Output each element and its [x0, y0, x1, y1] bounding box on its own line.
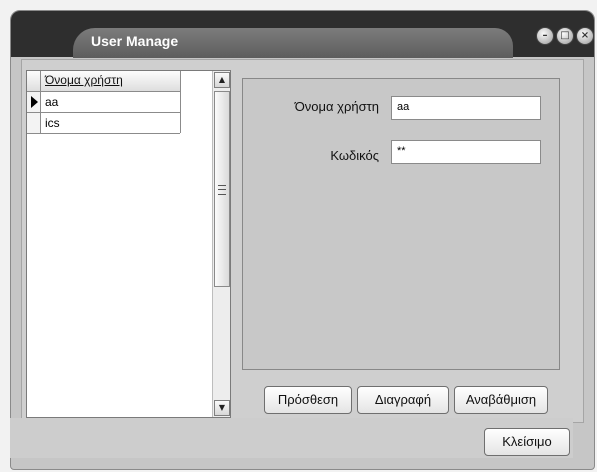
scroll-down-icon[interactable]: ▼ [214, 400, 230, 416]
vertical-scrollbar[interactable]: ▲ ▼ [212, 71, 230, 417]
users-grid[interactable]: Όνομα χρήστη aa ics ▲ ▼ [26, 70, 231, 418]
grid-right-border [180, 71, 181, 133]
maximize-icon[interactable]: □ [556, 27, 574, 45]
cell-username[interactable]: aa [45, 95, 58, 109]
username-label: Όνομα χρήστη [294, 99, 379, 114]
current-row-arrow-icon [31, 96, 38, 108]
password-field[interactable]: ** [391, 140, 541, 164]
minimize-icon[interactable]: – [536, 27, 554, 45]
username-field[interactable]: aa [391, 96, 541, 120]
window-title: User Manage [91, 33, 179, 49]
grid-corner [27, 71, 41, 91]
title-bar: User Manage – □ × [11, 11, 594, 58]
scroll-thumb[interactable] [214, 91, 230, 287]
update-button[interactable]: Αναβάθμιση [454, 386, 548, 414]
row-indicator [27, 92, 41, 112]
grip-icon [218, 185, 226, 195]
delete-button[interactable]: Διαγραφή [357, 386, 449, 414]
add-button[interactable]: Πρόσθεση [264, 386, 352, 414]
close-button[interactable]: Κλείσιμο [484, 428, 570, 456]
table-row[interactable]: aa [27, 92, 180, 113]
column-header-username[interactable]: Όνομα χρήστη [45, 73, 123, 87]
row-indicator [27, 113, 41, 133]
close-icon[interactable]: × [576, 27, 594, 45]
password-label: Κωδικός [330, 148, 379, 163]
table-row[interactable]: ics [27, 113, 180, 134]
user-details-panel: Όνομα χρήστη aa Κωδικός ** [242, 78, 560, 370]
cell-username[interactable]: ics [45, 116, 60, 130]
scroll-up-icon[interactable]: ▲ [214, 72, 230, 88]
grid-header: Όνομα χρήστη [27, 71, 180, 92]
